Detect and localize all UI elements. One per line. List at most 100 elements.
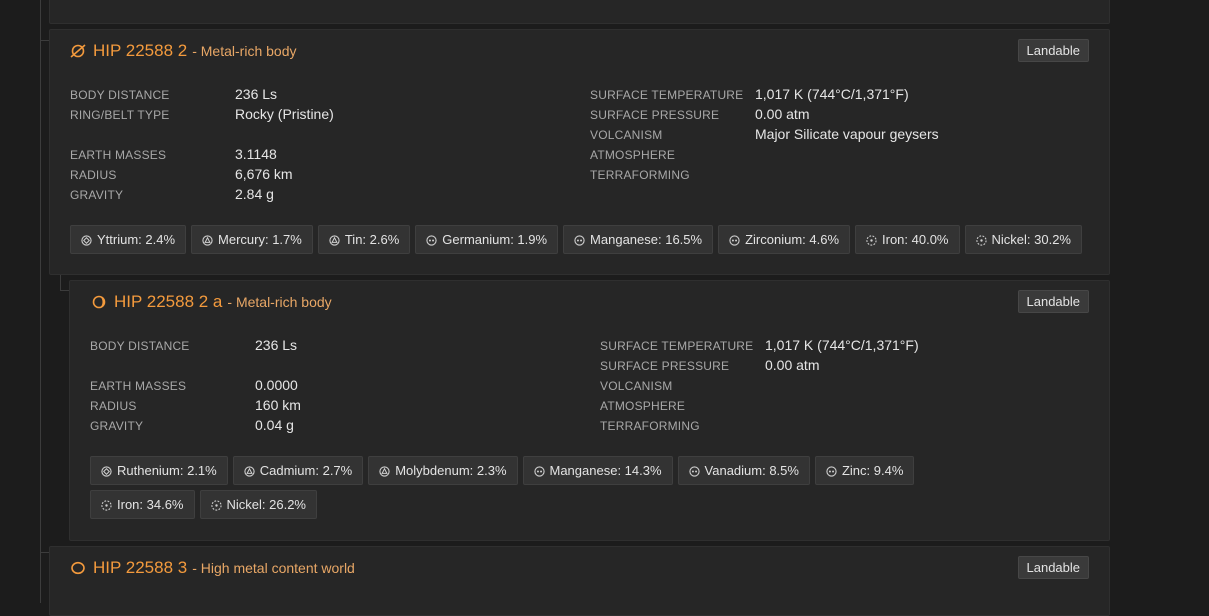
body-title[interactable]: HIP 22588 3 - High metal content world: [70, 558, 355, 578]
grade-1-icon: [866, 234, 877, 246]
grade-4-icon: [101, 465, 112, 477]
grade-3-icon: [329, 234, 340, 246]
field-value: 0.00 atm: [765, 357, 820, 373]
material-chip[interactable]: Nickel: 30.2%: [964, 225, 1082, 254]
material-text: Molybdenum: 2.3%: [395, 463, 507, 478]
field-label: BODY DISTANCE: [70, 88, 170, 102]
material-chip[interactable]: Zinc: 9.4%: [814, 456, 915, 485]
tree-line-child-branch: [60, 290, 69, 291]
field-value: 236 Ls: [255, 337, 298, 353]
ring-planet-icon: [70, 43, 86, 59]
material-chip[interactable]: Manganese: 14.3%: [522, 456, 673, 485]
grade-1-icon: [975, 234, 987, 246]
field-value: 0.04 g: [255, 417, 294, 433]
material-chip[interactable]: Nickel: 26.2%: [199, 490, 317, 519]
field-label: SURFACE PRESSURE: [590, 108, 720, 122]
material-text: Zirconium: 4.6%: [745, 232, 839, 247]
grade-3-icon: [244, 465, 255, 477]
field-label: SURFACE TEMPERATURE: [600, 339, 754, 353]
body-type: - Metal-rich body: [192, 43, 297, 59]
field-label: RADIUS: [90, 399, 137, 413]
field-label: EARTH MASSES: [90, 379, 187, 393]
material-chip[interactable]: Germanium: 1.9%: [415, 225, 559, 254]
tree-line-child: [60, 274, 61, 291]
body-card: HIP 22588 3 - High metal content world L…: [49, 546, 1110, 616]
material-text: Ruthenium: 2.1%: [117, 463, 217, 478]
tree-line-branch: [40, 552, 49, 553]
grade-2-icon: [826, 465, 837, 477]
material-chip[interactable]: Tin: 2.6%: [317, 225, 411, 254]
material-text: Nickel: 26.2%: [226, 497, 306, 512]
field-value: 2.84 g: [235, 186, 274, 202]
field-value: 3.1148: [235, 146, 277, 162]
material-text: Manganese: 14.3%: [549, 463, 662, 478]
material-text: Zinc: 9.4%: [841, 463, 904, 478]
body-title[interactable]: HIP 22588 2 a - Metal-rich body: [91, 292, 332, 312]
material-chip[interactable]: Yttrium: 2.4%: [70, 225, 187, 254]
material-chip[interactable]: Iron: 40.0%: [855, 225, 960, 254]
body-name: HIP 22588 2: [93, 41, 188, 60]
field-label: BODY DISTANCE: [90, 339, 190, 353]
grade-2-icon: [426, 234, 437, 246]
field-label: GRAVITY: [70, 188, 124, 202]
field-value: 1,017 K (744°C/1,371°F): [765, 337, 919, 353]
body-type: - Metal-rich body: [227, 294, 332, 310]
body-type: - High metal content world: [192, 560, 355, 576]
material-text: Germanium: 1.9%: [442, 232, 548, 247]
grade-3-icon: [379, 465, 390, 477]
field-value: 0.0000: [255, 377, 298, 393]
field-value: Major Silicate vapour geysers: [755, 126, 939, 142]
body-card-previous: [49, 0, 1110, 24]
field-label: SURFACE TEMPERATURE: [590, 88, 744, 102]
grade-2-icon: [688, 465, 700, 477]
body-name: HIP 22588 2 a: [114, 292, 223, 311]
material-text: Mercury: 1.7%: [218, 232, 302, 247]
field-label: RADIUS: [70, 168, 117, 182]
body-card: HIP 22588 2 a - Metal-rich body Landable…: [69, 280, 1110, 541]
landable-badge: Landable: [1017, 39, 1089, 62]
material-text: Cadmium: 2.7%: [259, 463, 353, 478]
field-value: 236 Ls: [235, 86, 278, 102]
material-text: Iron: 34.6%: [117, 497, 184, 512]
grade-2-icon: [574, 234, 585, 246]
field-label: VOLCANISM: [590, 128, 663, 142]
field-value: 0.00 atm: [755, 106, 810, 122]
material-chip[interactable]: Vanadium: 8.5%: [677, 456, 810, 485]
material-text: Vanadium: 8.5%: [704, 463, 799, 478]
material-chip[interactable]: Zirconium: 4.6%: [718, 225, 850, 254]
materials-list: Yttrium: 2.4% Mercury: 1.7% Tin: 2.6% Ge…: [70, 225, 1090, 254]
tree-line-branch: [40, 40, 49, 41]
field-label: SURFACE PRESSURE: [600, 359, 730, 373]
field-label: EARTH MASSES: [70, 148, 167, 162]
field-label: ATMOSPHERE: [600, 399, 686, 413]
body-card: HIP 22588 2 - Metal-rich body Landable B…: [49, 29, 1110, 275]
field-label: GRAVITY: [90, 419, 144, 433]
grade-1-icon: [101, 499, 112, 511]
material-chip[interactable]: Mercury: 1.7%: [191, 225, 313, 254]
body-name: HIP 22588 3: [93, 558, 188, 577]
grade-4-icon: [81, 234, 92, 246]
material-chip[interactable]: Manganese: 16.5%: [563, 225, 714, 254]
tree-line-main: [40, 0, 41, 603]
grade-1-icon: [210, 499, 222, 511]
landable-badge: Landable: [1017, 290, 1089, 313]
material-chip[interactable]: Iron: 34.6%: [90, 490, 195, 519]
planet-icon: [70, 560, 86, 576]
material-chip[interactable]: Molybdenum: 2.3%: [368, 456, 518, 485]
material-text: Manganese: 16.5%: [590, 232, 703, 247]
moon-icon: [91, 294, 107, 310]
material-text: Yttrium: 2.4%: [97, 232, 176, 247]
field-label: ATMOSPHERE: [590, 148, 676, 162]
material-chip[interactable]: Cadmium: 2.7%: [232, 456, 364, 485]
field-value: 6,676 km: [235, 166, 293, 182]
field-label: RING/BELT TYPE: [70, 108, 170, 122]
materials-list: Ruthenium: 2.1% Cadmium: 2.7% Molybdenum…: [90, 456, 1005, 519]
body-title[interactable]: HIP 22588 2 - Metal-rich body: [70, 41, 296, 61]
landable-badge: Landable: [1017, 556, 1089, 579]
material-text: Iron: 40.0%: [882, 232, 949, 247]
material-chip[interactable]: Ruthenium: 2.1%: [90, 456, 228, 485]
grade-3-icon: [202, 234, 213, 246]
field-value: Rocky (Pristine): [235, 106, 334, 122]
field-value: 1,017 K (744°C/1,371°F): [755, 86, 909, 102]
grade-2-icon: [533, 465, 545, 477]
